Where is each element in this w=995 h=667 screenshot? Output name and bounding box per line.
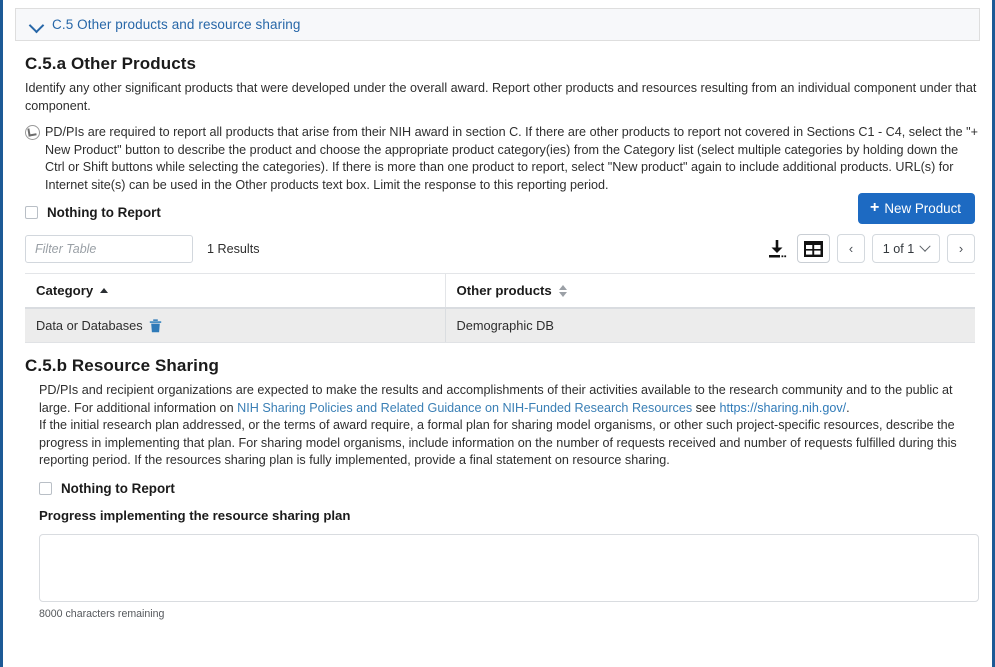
table-row: Data or Databases Demographic DB bbox=[25, 308, 975, 344]
section-a-hint: PD/PIs are required to report all produc… bbox=[25, 124, 980, 194]
table-col-category-label: Category bbox=[36, 283, 94, 299]
new-product-button-label: New Product bbox=[884, 201, 961, 217]
section-b-p1-mid: see bbox=[692, 400, 720, 415]
table-body: Data or Databases Demographic DB bbox=[25, 308, 975, 344]
pencil-circle-icon bbox=[25, 125, 40, 140]
plus-icon: + bbox=[870, 198, 880, 216]
report-page: C.5 Other products and resource sharing … bbox=[0, 0, 995, 667]
section-a-heading: C.5.a Other Products bbox=[25, 54, 197, 73]
table-col-other-products[interactable]: Other products bbox=[444, 273, 975, 310]
section-b-heading: C.5.b Resource Sharing bbox=[25, 356, 219, 376]
sharing-nih-gov-link[interactable]: https://sharing.nih.gov/ bbox=[719, 401, 846, 415]
nothing-to-report-a-row[interactable]: Nothing to Report bbox=[25, 205, 980, 220]
chevron-down-icon[interactable] bbox=[30, 18, 44, 32]
toolbar-right-controls: ‹ 1 of 1 › bbox=[764, 234, 975, 264]
table-toolbar: 1 Results bbox=[25, 234, 975, 264]
table-header-row: Category Other products bbox=[25, 273, 975, 310]
section-body: C.5.a Other Products Identify any other … bbox=[3, 54, 992, 620]
pagination-page-label: 1 of 1 bbox=[882, 241, 915, 256]
new-product-button[interactable]: + New Product bbox=[858, 193, 975, 225]
table-grid-icon[interactable] bbox=[797, 234, 830, 264]
table-col-category[interactable]: Category bbox=[25, 273, 445, 310]
section-b-p1-post: . bbox=[846, 400, 850, 415]
progress-textarea[interactable] bbox=[39, 533, 979, 602]
pagination-prev-button[interactable]: ‹ bbox=[837, 234, 865, 264]
pagination-next-button[interactable]: › bbox=[947, 234, 975, 264]
download-icon[interactable] bbox=[764, 236, 790, 262]
section-a-paragraph: Identify any other significant products … bbox=[25, 81, 977, 113]
nothing-to-report-b-row[interactable]: Nothing to Report bbox=[39, 481, 980, 496]
nothing-to-report-a-label: Nothing to Report bbox=[47, 205, 161, 221]
section-a-hint-text: PD/PIs are required to report all produc… bbox=[45, 125, 978, 192]
cell-category: Data or Databases bbox=[25, 308, 445, 344]
nothing-to-report-b-checkbox[interactable] bbox=[39, 481, 52, 495]
chevron-down-icon bbox=[919, 240, 931, 252]
results-count: 1 Results bbox=[207, 241, 260, 256]
section-b-p1-emphasis: NIH Sharing Policies and Related Guidanc… bbox=[237, 400, 693, 415]
accordion-header-c5[interactable]: C.5 Other products and resource sharing bbox=[15, 8, 980, 41]
trash-icon[interactable] bbox=[149, 319, 162, 333]
other-products-table: Category Other products Data or Database… bbox=[25, 273, 975, 344]
nothing-to-report-a-checkbox[interactable] bbox=[25, 206, 38, 220]
section-b-paragraph-1: PD/PIs and recipient organizations are e… bbox=[39, 382, 980, 417]
section-b-paragraph-2: If the initial research plan addressed, … bbox=[39, 418, 957, 468]
table-head: Category Other products bbox=[25, 273, 975, 310]
sort-both-icon bbox=[558, 284, 567, 297]
table-col-other-products-label: Other products bbox=[456, 283, 552, 299]
nothing-to-report-b-label: Nothing to Report bbox=[61, 480, 175, 496]
sort-ascending-icon bbox=[100, 288, 109, 294]
cell-other-products: Demographic DB bbox=[444, 308, 975, 344]
pagination-page-select[interactable]: 1 of 1 bbox=[872, 234, 940, 264]
cell-category-text: Data or Databases bbox=[36, 318, 143, 334]
accordion-title: C.5 Other products and resource sharing bbox=[52, 17, 301, 32]
progress-textarea-label: Progress implementing the resource shari… bbox=[39, 507, 351, 523]
characters-remaining: 8000 characters remaining bbox=[39, 607, 165, 620]
filter-table-input[interactable] bbox=[25, 234, 193, 263]
